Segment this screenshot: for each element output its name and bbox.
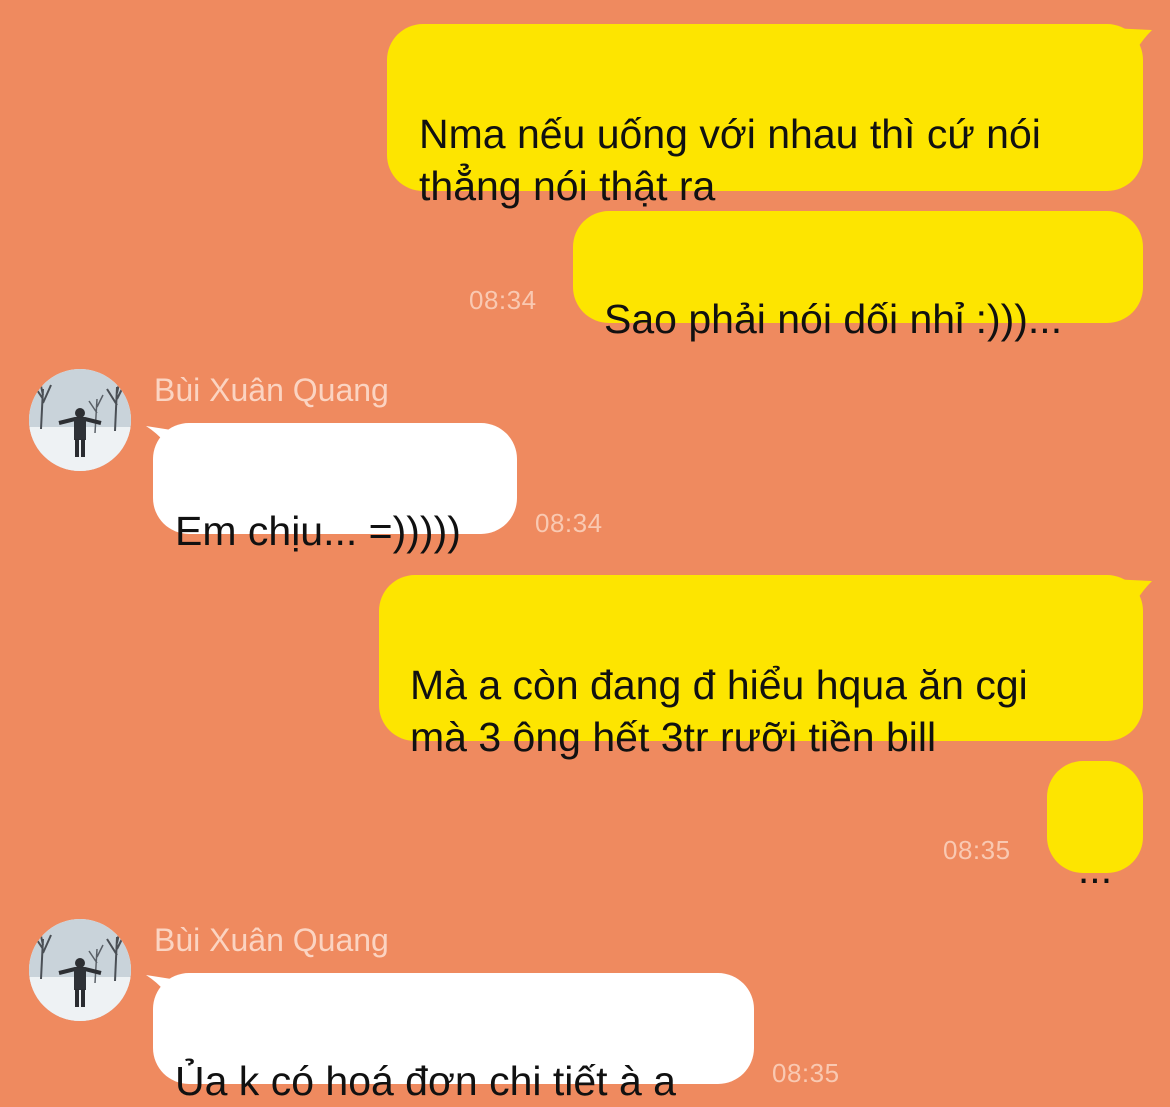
message-bubble-outgoing[interactable]: Sao phải nói dối nhỉ :)))... [573,211,1143,342]
sender-name: Bùi Xuân Quang [154,372,389,408]
message-timestamp: 08:35 [772,1058,840,1088]
message-bubble-outgoing[interactable]: Nma nếu uống với nhau thì cứ nói thẳng n… [387,24,1143,209]
message-bubble-incoming[interactable]: Em chịu... =))))) [153,423,517,554]
message-text: Nma nếu uống với nhau thì cứ nói thẳng n… [419,111,1041,209]
message-timestamp: 08:34 [535,508,603,538]
sender-name: Bùi Xuân Quang [154,922,389,958]
chat-thread: Nma nếu uống với nhau thì cứ nói thẳng n… [0,0,1170,1106]
message-text: ... [1077,846,1113,892]
message-bubble-outgoing[interactable]: Mà a còn đang đ hiểu hqua ăn cgi mà 3 ôn… [379,575,1143,760]
message-text: Em chịu... =))))) [175,508,461,554]
contact-avatar[interactable] [29,919,131,1021]
message-text: Sao phải nói dối nhỉ :)))... [604,296,1063,342]
avatar-photo-icon [29,369,131,471]
message-timestamp: 08:34 [469,285,537,315]
message-timestamp: 08:35 [943,835,1011,865]
contact-avatar[interactable] [29,369,131,471]
message-bubble-incoming[interactable]: Ủa k có hoá đơn chi tiết à a [153,973,754,1104]
message-bubble-outgoing[interactable]: ... [1047,761,1143,892]
message-text: Ủa k có hoá đơn chi tiết à a [175,1058,676,1104]
message-text: Mà a còn đang đ hiểu hqua ăn cgi mà 3 ôn… [410,662,1028,760]
avatar-photo-icon [29,919,131,1021]
